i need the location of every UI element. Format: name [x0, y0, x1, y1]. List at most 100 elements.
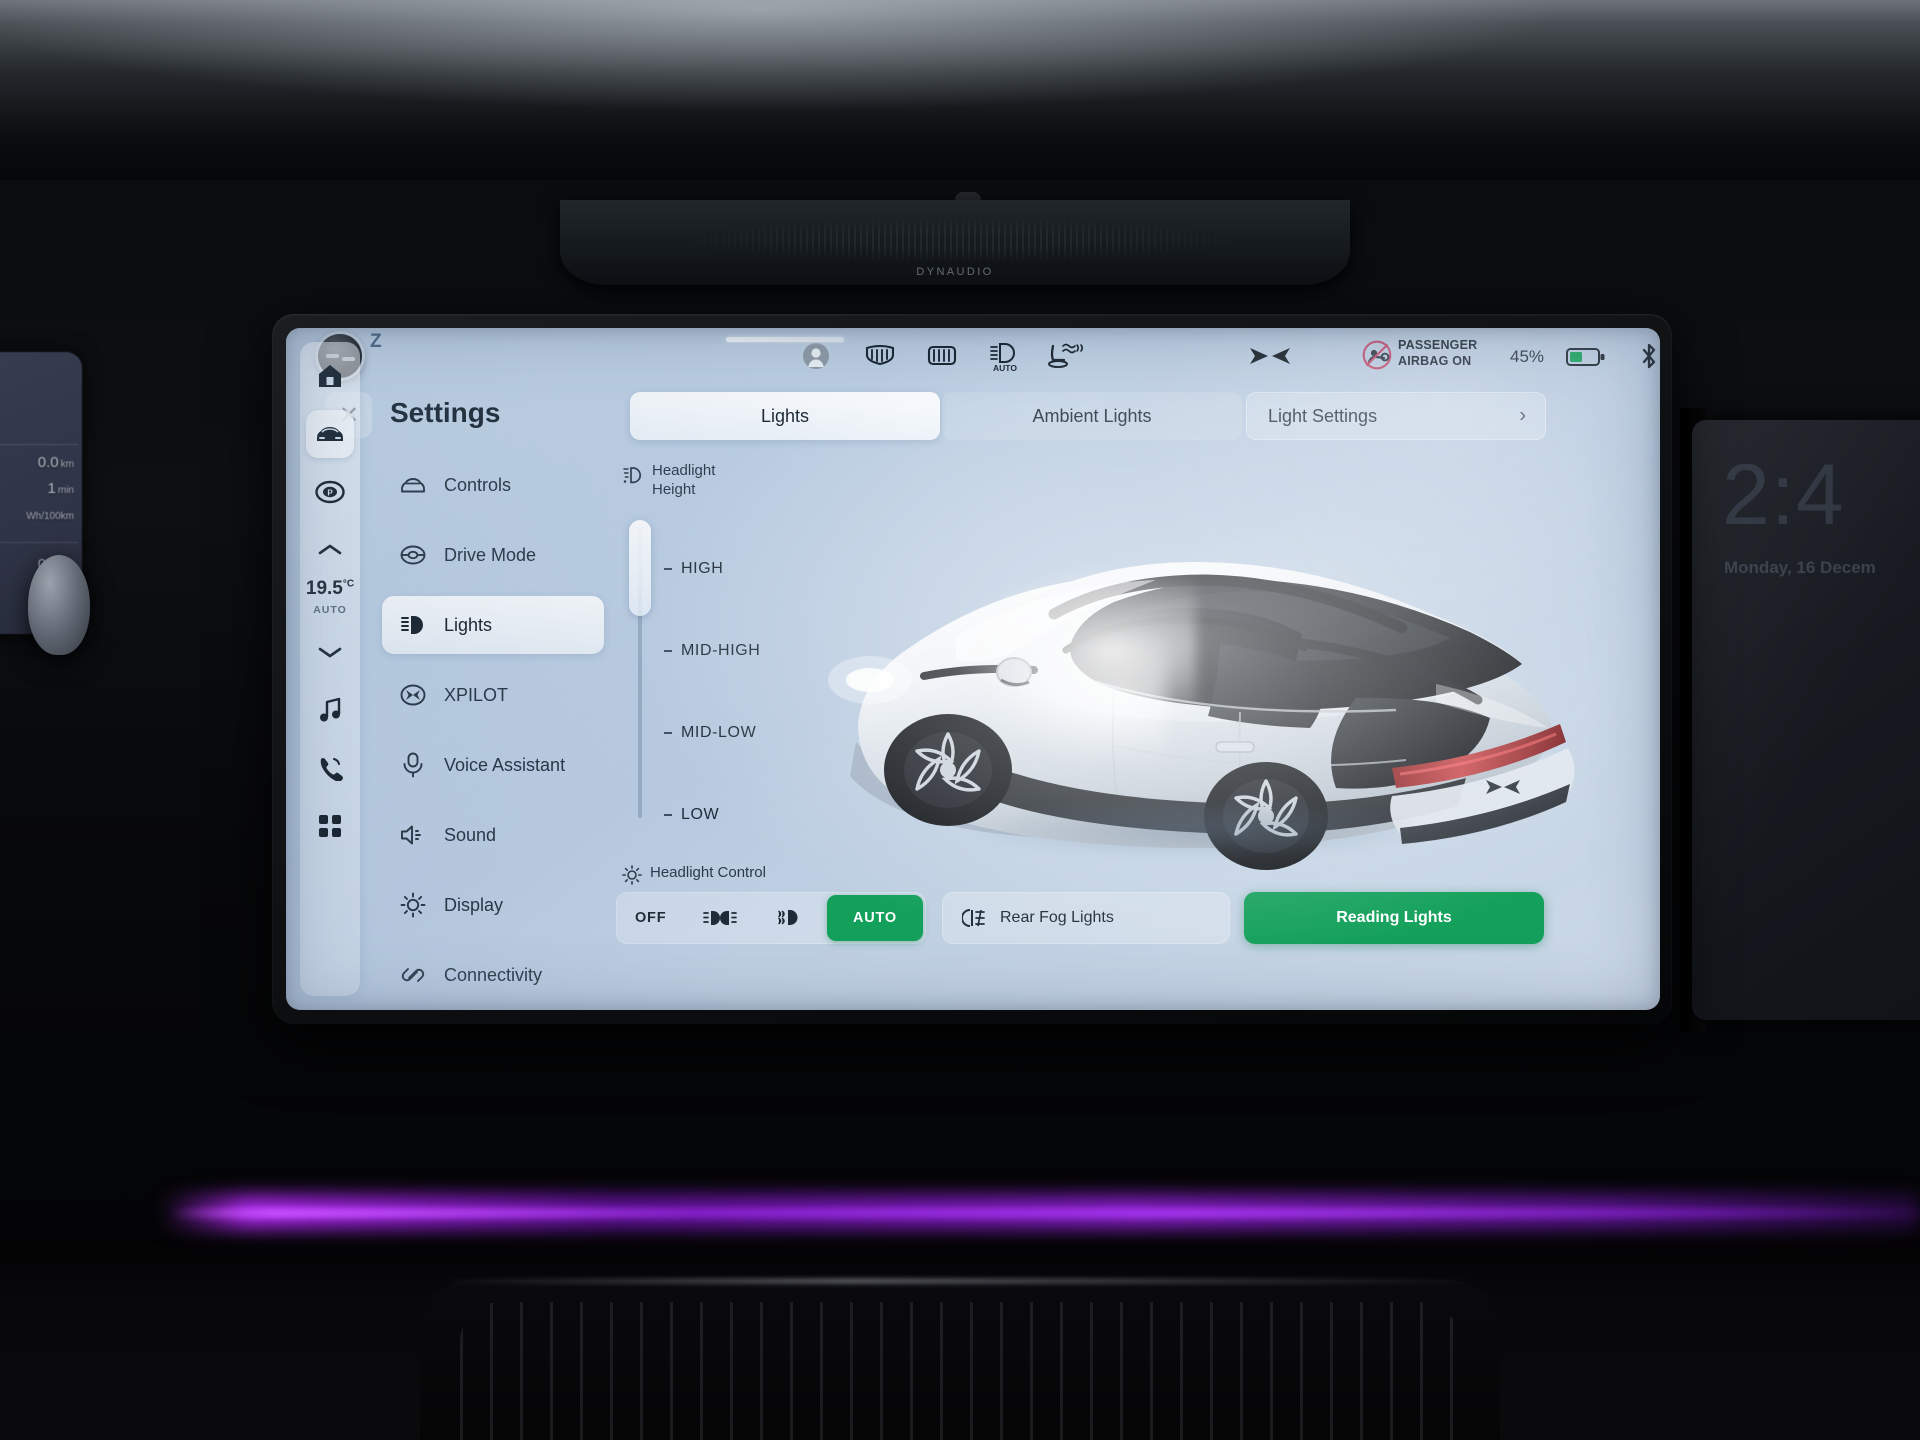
music-icon[interactable] [306, 686, 354, 734]
tab-light-settings-label: Light Settings [1268, 405, 1378, 426]
headlight-height-line2: Height [652, 480, 696, 498]
car-icon[interactable] [306, 410, 354, 458]
headlight-beam-right [826, 604, 1166, 794]
passenger-display-glare [1692, 420, 1920, 938]
phone-icon[interactable] [306, 744, 354, 792]
tab-lights[interactable]: Lights [630, 392, 940, 440]
speaker-icon [400, 822, 426, 848]
headlight-mode-auto[interactable]: AUTO [826, 895, 924, 941]
physical-control-knob[interactable] [28, 555, 90, 655]
cluster-value: 0.0 [37, 454, 59, 471]
xpilot-icon [400, 682, 426, 708]
menu-item-label: Display [444, 894, 504, 915]
passenger-airbag-icon [1362, 340, 1392, 370]
cluster-unit: Wh/100km [26, 511, 74, 522]
profile-avatar-icon[interactable] [802, 342, 830, 370]
seat-ventilation-icon[interactable] [1046, 340, 1086, 372]
menu-item-label: Connectivity [444, 964, 543, 985]
console-highlight [430, 1278, 1490, 1284]
passenger-airbag-status: PASSENGER AIRBAG ON [1398, 338, 1477, 369]
cluster-row: 1 min [48, 480, 74, 497]
headlight-height-step-mid-low[interactable]: MID-LOW [664, 724, 756, 742]
vehicle-render [776, 484, 1596, 884]
headlight-mode-position-light[interactable] [755, 892, 824, 944]
low-beam-icon [703, 908, 737, 928]
parking-steering-icon[interactable]: P [306, 468, 354, 516]
fog-light-icon [962, 908, 988, 928]
tab-light-settings[interactable]: Light Settings › [1246, 392, 1546, 440]
front-defrost-icon[interactable] [926, 342, 958, 370]
rear-defrost-icon[interactable] [864, 342, 896, 370]
climate-temperature-value: 19.5 [305, 578, 343, 599]
menu-item-connectivity[interactable]: Connectivity [382, 946, 604, 1004]
center-speaker-grille: DYNAUDIO [560, 200, 1350, 285]
brightness-icon [400, 892, 426, 918]
headlight-control-label-text: Headlight Control [650, 864, 766, 881]
menu-item-xpilot[interactable]: XPILOT [382, 666, 604, 724]
drive-mode-icon [400, 542, 426, 568]
headlight-icon [400, 612, 426, 638]
reading-lights-label: Reading Lights [1336, 909, 1452, 926]
page-title: Settings [390, 397, 501, 428]
headlight-height-step-low[interactable]: LOW [664, 806, 719, 824]
menu-item-display[interactable]: Display [382, 876, 604, 934]
menu-item-label: Controls [444, 474, 512, 495]
menu-item-sound[interactable]: Sound [382, 806, 604, 864]
passenger-display[interactable]: 2:4 Monday, 16 Decem Xpeng Concert Hall [1692, 420, 1920, 1020]
airbag-line2-prefix: AIRBAG [1398, 353, 1449, 368]
cluster-row: Wh/100km [24, 506, 74, 523]
chevron-right-icon: › [1519, 404, 1526, 427]
battery-icon [1566, 346, 1606, 368]
step-label: HIGH [681, 560, 724, 577]
headlight-height-slider-thumb[interactable] [629, 520, 651, 616]
headlight-mode-off[interactable]: OFF [616, 892, 685, 944]
headlight-control-section-label: Headlight Control [622, 864, 766, 885]
rear-fog-lights-label: Rear Fog Lights [1000, 909, 1114, 926]
menu-item-label: Voice Assistant [444, 754, 566, 775]
headlight-mode-low-beam[interactable] [685, 892, 754, 944]
auto-headlight-icon[interactable]: AUTO [988, 340, 1022, 372]
headlight-height-step-mid-high[interactable]: MID-HIGH [664, 642, 760, 660]
sun-icon [622, 865, 642, 885]
profile-initial: Z [370, 331, 382, 352]
svg-text:P: P [327, 489, 333, 498]
quick-access-rail: P 19.5°C AUTO [300, 342, 360, 996]
home-indicator-pill [726, 337, 844, 342]
lights-content-panel: Headlight Height HIGH MID-HIGH MID-LOW L… [616, 456, 1642, 1004]
cluster-unit: km [60, 459, 74, 470]
cluster-value: 1 [47, 480, 56, 497]
reading-lights-button[interactable]: Reading Lights [1244, 892, 1544, 944]
windshield-glow [0, 0, 1920, 150]
home-icon[interactable] [306, 352, 354, 400]
menu-item-voice-assistant[interactable]: Voice Assistant [382, 736, 604, 794]
step-label: LOW [681, 806, 720, 823]
menu-item-lights[interactable]: Lights [382, 596, 604, 654]
apps-grid-icon[interactable] [306, 802, 354, 850]
lights-tabs: Lights Ambient Lights Light Settings › [630, 384, 1640, 448]
climate-temperature[interactable]: 19.5°C [300, 578, 360, 600]
xpeng-logo-icon [1248, 344, 1292, 368]
headlight-beam-icon [622, 464, 644, 486]
step-label: MID-LOW [681, 724, 757, 741]
lower-console-vents [420, 1280, 1500, 1440]
cluster-row: 0.0 km [38, 454, 74, 471]
tab-ambient-lights[interactable]: Ambient Lights [942, 392, 1242, 440]
menu-item-label: Sound [444, 824, 497, 845]
menu-item-label: Drive Mode [444, 544, 537, 565]
chevron-down-icon[interactable] [306, 628, 354, 676]
headlight-height-line1: Headlight [652, 462, 716, 479]
menu-item-drive-mode[interactable]: Drive Mode [382, 526, 604, 584]
step-label: MID-HIGH [681, 642, 761, 659]
bluetooth-icon[interactable] [1638, 342, 1660, 370]
menu-item-controls[interactable]: Controls [382, 456, 604, 514]
connectivity-icon [400, 962, 426, 988]
speaker-mesh [650, 216, 1270, 264]
infotainment-screen: Z AUTO PASSENGER AIRBAG ON 45% Settings … [286, 328, 1660, 1010]
headlight-height-section-label: Headlight Height [622, 462, 715, 500]
car-front-icon [400, 472, 426, 498]
rear-fog-lights-button[interactable]: Rear Fog Lights [942, 892, 1230, 944]
vehicle-shadow [876, 784, 1516, 874]
chevron-up-icon[interactable] [306, 526, 354, 574]
climate-temperature-unit: °C [342, 578, 355, 590]
headlight-height-step-high[interactable]: HIGH [664, 560, 723, 578]
